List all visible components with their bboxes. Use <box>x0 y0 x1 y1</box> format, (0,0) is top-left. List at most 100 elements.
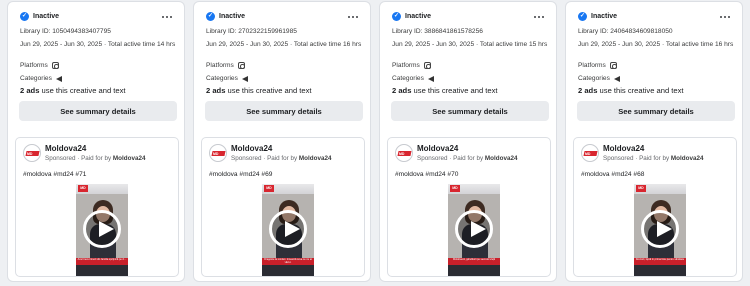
see-summary-details-button[interactable]: See summary details <box>391 101 549 121</box>
categories-row: Categories <box>20 74 176 83</box>
page-name-link[interactable]: Moldova24 <box>231 144 272 153</box>
page-name-link[interactable]: Moldova24 <box>45 144 86 153</box>
card-header: ✓ Inactive <box>578 12 732 26</box>
ads-count-text: 2 ads use this creative and text <box>20 86 176 95</box>
categories-label: Categories <box>20 75 52 82</box>
video-thumbnail[interactable]: MD Moldovenii, gânditorii pe secretul vi… <box>448 184 500 276</box>
status-text: Inactive <box>591 13 618 20</box>
check-circle-icon: ✓ <box>392 12 401 21</box>
platforms-label: Platforms <box>206 62 234 69</box>
megaphone-icon <box>613 75 620 82</box>
play-icon[interactable] <box>641 210 679 248</box>
ad-hashtags: #moldova #md24 #70 <box>395 171 459 178</box>
platforms-label: Platforms <box>578 62 606 69</box>
categories-row: Categories <box>578 74 734 83</box>
ads-use-suffix: use this creative and text <box>227 86 312 95</box>
sponsored-label: Sponsored <box>603 155 634 162</box>
sponsored-label: Sponsored <box>417 155 448 162</box>
ads-use-suffix: use this creative and text <box>599 86 684 95</box>
active-dates: Jun 29, 2025 - Jun 30, 2025 · Total acti… <box>578 41 734 48</box>
ads-count-text: 2 ads use this creative and text <box>392 86 548 95</box>
video-thumbnail[interactable]: MD Anul trecut tinerii din familia sprij… <box>76 184 128 276</box>
megaphone-icon <box>55 75 62 82</box>
sponsored-line: Sponsored · Paid for by Moldova24 <box>231 155 331 162</box>
platforms-label: Platforms <box>392 62 420 69</box>
page-name-link[interactable]: Moldova24 <box>603 144 644 153</box>
ads-count: 2 ads <box>20 86 40 95</box>
status-text: Inactive <box>219 13 246 20</box>
paid-for-label: · Paid for by <box>447 155 485 162</box>
ad-preview: MD Moldova24 Sponsored · Paid for by Mol… <box>201 137 365 277</box>
page-avatar[interactable]: MD <box>209 144 227 162</box>
platforms-row: Platforms <box>206 61 362 70</box>
ad-preview: MD Moldova24 Sponsored · Paid for by Mol… <box>15 137 179 277</box>
status-badge: ✓ Inactive <box>578 12 732 21</box>
page-avatar[interactable]: MD <box>395 144 413 162</box>
categories-label: Categories <box>206 75 238 82</box>
status-text: Inactive <box>33 13 60 20</box>
more-options-icon[interactable] <box>346 12 360 22</box>
categories-label: Categories <box>392 75 424 82</box>
ads-count-text: 2 ads use this creative and text <box>206 86 362 95</box>
sponsored-line: Sponsored · Paid for by Moldova24 <box>603 155 703 162</box>
channel-logo: MD <box>450 185 460 192</box>
payer-name: Moldova24 <box>484 155 518 162</box>
library-id: Library ID: 1050494383407795 <box>20 28 111 35</box>
see-summary-details-button[interactable]: See summary details <box>577 101 735 121</box>
play-icon[interactable] <box>455 210 493 248</box>
page-avatar[interactable]: MD <box>23 144 41 162</box>
library-id: Library ID: 2702322159961985 <box>206 28 297 35</box>
see-summary-details-button[interactable]: See summary details <box>19 101 177 121</box>
channel-logo: MD <box>636 185 646 192</box>
check-circle-icon: ✓ <box>578 12 587 21</box>
sponsored-line: Sponsored · Paid for by Moldova24 <box>45 155 145 162</box>
page-avatar[interactable]: MD <box>581 144 599 162</box>
active-dates: Jun 29, 2025 - Jun 30, 2025 · Total acti… <box>20 41 176 48</box>
video-thumbnail[interactable]: MD Dragoste la români. Încearcă ceva ce … <box>262 184 314 276</box>
payer-name: Moldova24 <box>670 155 704 162</box>
play-icon[interactable] <box>83 210 121 248</box>
categories-row: Categories <box>392 74 548 83</box>
more-options-icon[interactable] <box>718 12 732 22</box>
page-name-link[interactable]: Moldova24 <box>417 144 458 153</box>
more-options-icon[interactable] <box>532 12 546 22</box>
ad-hashtags: #moldova #md24 #68 <box>581 171 645 178</box>
payer-name: Moldova24 <box>298 155 332 162</box>
active-dates: Jun 29, 2025 - Jun 30, 2025 · Total acti… <box>392 41 548 48</box>
paid-for-label: · Paid for by <box>261 155 299 162</box>
ads-count-text: 2 ads use this creative and text <box>578 86 734 95</box>
megaphone-icon <box>427 75 434 82</box>
platforms-label: Platforms <box>20 62 48 69</box>
more-options-icon[interactable] <box>160 12 174 22</box>
ads-count: 2 ads <box>206 86 226 95</box>
ads-count: 2 ads <box>392 86 412 95</box>
card-header: ✓ Inactive <box>392 12 546 26</box>
video-caption: Moldovenii, gânditorii pe secretul vieți… <box>452 258 496 261</box>
sponsored-label: Sponsored <box>45 155 76 162</box>
categories-row: Categories <box>206 74 362 83</box>
card-header: ✓ Inactive <box>206 12 360 26</box>
active-dates: Jun 29, 2025 - Jun 30, 2025 · Total acti… <box>206 41 362 48</box>
paid-for-label: · Paid for by <box>633 155 671 162</box>
sponsored-line: Sponsored · Paid for by Moldova24 <box>417 155 517 162</box>
channel-logo: MD <box>264 185 274 192</box>
ad-card: ✓ Inactive Library ID: 1050494383407795 … <box>7 1 185 282</box>
video-caption: Doctorii, luptă în prima linie pentru să… <box>635 258 685 261</box>
card-header: ✓ Inactive <box>20 12 174 26</box>
see-summary-details-button[interactable]: See summary details <box>205 101 363 121</box>
platforms-row: Platforms <box>578 61 734 70</box>
check-circle-icon: ✓ <box>206 12 215 21</box>
instagram-icon <box>609 62 617 69</box>
status-badge: ✓ Inactive <box>20 12 174 21</box>
video-thumbnail[interactable]: MD Doctorii, luptă în prima linie pentru… <box>634 184 686 276</box>
ad-hashtags: #moldova #md24 #69 <box>209 171 273 178</box>
library-id: Library ID: 24064834609818050 <box>578 28 673 35</box>
video-caption: Dragoste la români. Încearcă ceva ce nu … <box>264 258 312 265</box>
platforms-row: Platforms <box>20 61 176 70</box>
instagram-icon <box>423 62 431 69</box>
status-badge: ✓ Inactive <box>206 12 360 21</box>
ad-hashtags: #moldova #md24 #71 <box>23 171 87 178</box>
ad-card: ✓ Inactive Library ID: 2702322159961985 … <box>193 1 371 282</box>
instagram-icon <box>237 62 245 69</box>
play-icon[interactable] <box>269 210 307 248</box>
